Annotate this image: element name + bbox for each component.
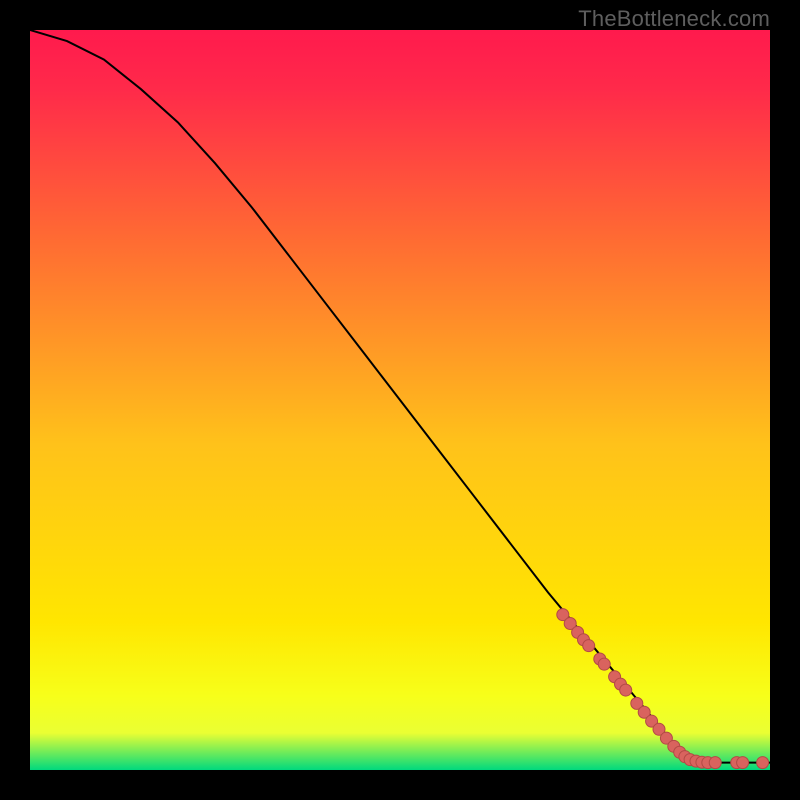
- data-marker: [757, 757, 769, 769]
- data-marker: [737, 757, 749, 769]
- data-marker: [583, 640, 595, 652]
- data-marker: [620, 684, 632, 696]
- watermark-text: TheBottleneck.com: [578, 6, 770, 32]
- chart-container: TheBottleneck.com: [0, 0, 800, 800]
- plot-area: [30, 30, 770, 770]
- data-marker: [709, 757, 721, 769]
- data-marker: [598, 658, 610, 670]
- chart-svg: [30, 30, 770, 770]
